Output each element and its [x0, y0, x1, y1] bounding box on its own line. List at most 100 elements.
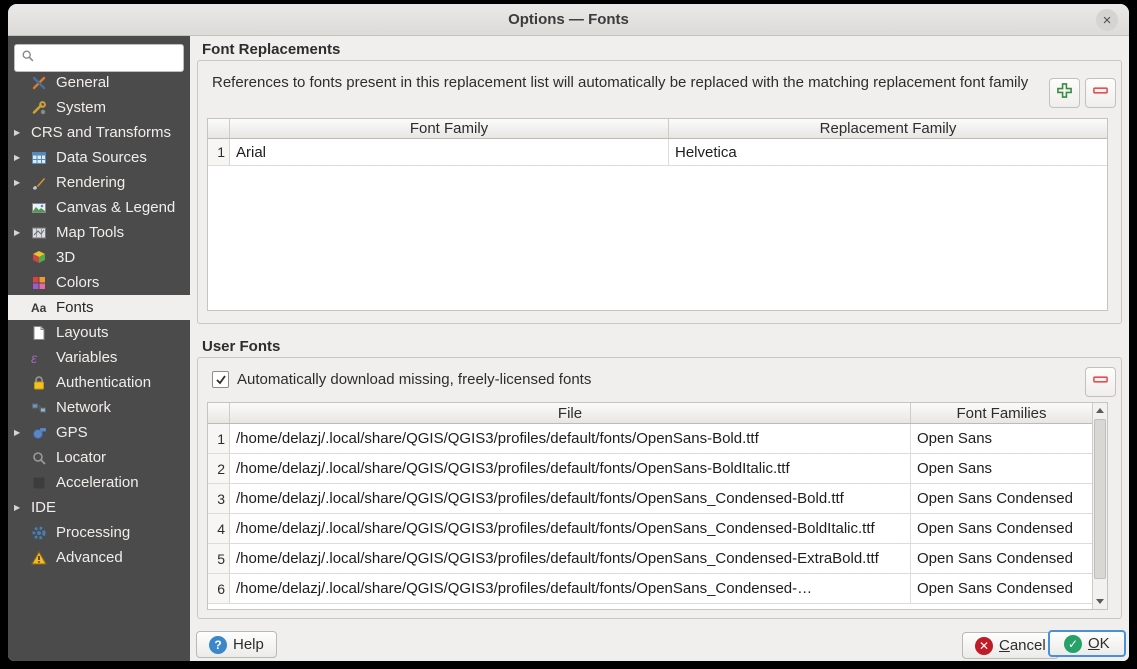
sidebar-item-processing[interactable]: Processing [8, 520, 190, 545]
close-icon[interactable]: × [1096, 9, 1118, 31]
remove-user-font-button[interactable] [1085, 367, 1116, 397]
font-file-cell[interactable]: /home/delazj/.local/share/QGIS/QGIS3/pro… [230, 514, 910, 543]
font-family-cell[interactable]: Arial [230, 139, 669, 165]
ok-button-label: OK [1088, 635, 1110, 652]
sidebar-item-general[interactable]: General [8, 70, 190, 95]
sidebar-item-label: Map Tools [56, 224, 124, 241]
layouts-icon [31, 325, 56, 341]
row-number: 3 [208, 484, 230, 513]
gps-icon [31, 425, 56, 441]
sidebar-item-label: Locator [56, 449, 106, 466]
expand-arrow-icon[interactable]: ▶ [14, 128, 31, 137]
user-fonts-tbody: 1/home/delazj/.local/share/QGIS/QGIS3/pr… [208, 424, 1107, 604]
help-icon: ? [209, 636, 227, 654]
replacement-family-cell[interactable]: Helvetica [669, 139, 1107, 165]
row-number: 6 [208, 574, 230, 603]
sidebar-item-label: Processing [56, 524, 130, 541]
table-row[interactable]: 2/home/delazj/.local/share/QGIS/QGIS3/pr… [208, 454, 1092, 484]
colors-icon [31, 275, 56, 291]
sidebar-item-canvas-legend[interactable]: Canvas & Legend [8, 195, 190, 220]
checkbox-checked-icon[interactable] [212, 371, 229, 388]
font-file-cell[interactable]: /home/delazj/.local/share/QGIS/QGIS3/pro… [230, 454, 910, 483]
ok-button[interactable]: ✓ OK [1048, 630, 1126, 657]
sidebar-item-label: Network [56, 399, 111, 416]
add-icon [1056, 82, 1073, 104]
sidebar-item-ide[interactable]: ▶IDE [8, 495, 190, 520]
table-corner [208, 119, 230, 138]
sidebar-item-system[interactable]: System [8, 95, 190, 120]
font-file-cell[interactable]: /home/delazj/.local/share/QGIS/QGIS3/pro… [230, 544, 910, 573]
sidebar-item-data-sources[interactable]: ▶ Data Sources [8, 145, 190, 170]
authentication-icon [31, 375, 56, 391]
sidebar-item-label: General [56, 74, 109, 91]
expand-arrow-icon[interactable]: ▶ [14, 228, 31, 237]
sidebar-item-label: Data Sources [56, 149, 147, 166]
column-header-font-families[interactable]: Font Families [910, 403, 1092, 423]
sidebar-item-3d[interactable]: 3D [8, 245, 190, 270]
sidebar-item-authentication[interactable]: Authentication [8, 370, 190, 395]
sidebar-item-layouts[interactable]: Layouts [8, 320, 190, 345]
expand-arrow-icon[interactable]: ▶ [14, 428, 31, 437]
expand-arrow-icon[interactable]: ▶ [14, 178, 31, 187]
table-row[interactable]: 6/home/delazj/.local/share/QGIS/QGIS3/pr… [208, 574, 1092, 604]
scroll-up-icon[interactable] [1093, 403, 1107, 418]
font-families-cell[interactable]: Open Sans Condensed [910, 514, 1092, 543]
scroll-down-icon[interactable] [1093, 594, 1107, 609]
search-input[interactable] [14, 44, 184, 72]
acceleration-icon [31, 475, 56, 491]
sidebar-item-gps[interactable]: ▶GPS [8, 420, 190, 445]
locator-icon [31, 450, 56, 466]
column-header-file[interactable]: File [230, 403, 910, 423]
help-button[interactable]: ? Help [196, 631, 277, 658]
vertical-scrollbar[interactable] [1092, 403, 1107, 609]
scrollbar-thumb[interactable] [1094, 419, 1106, 579]
table-row[interactable]: 3/home/delazj/.local/share/QGIS/QGIS3/pr… [208, 484, 1092, 514]
sidebar-item-network[interactable]: Network [8, 395, 190, 420]
auto-download-checkbox-row[interactable]: Automatically download missing, freely-l… [212, 371, 591, 388]
ok-icon: ✓ [1064, 635, 1082, 653]
remove-icon [1092, 371, 1109, 393]
font-replacements-title: Font Replacements [202, 41, 340, 58]
column-header-font-family[interactable]: Font Family [230, 119, 668, 138]
sidebar-item-advanced[interactable]: Advanced [8, 545, 190, 570]
sidebar-item-variables[interactable]: εVariables [8, 345, 190, 370]
column-header-replacement-family[interactable]: Replacement Family [668, 119, 1107, 138]
rendering-icon [31, 175, 56, 191]
font-replacements-table[interactable]: Font Family Replacement Family 1ArialHel… [207, 118, 1108, 311]
font-families-cell[interactable]: Open Sans Condensed [910, 544, 1092, 573]
sidebar-item-rendering[interactable]: ▶ Rendering [8, 170, 190, 195]
font-families-cell[interactable]: Open Sans Condensed [910, 574, 1092, 603]
sidebar-item-locator[interactable]: Locator [8, 445, 190, 470]
cancel-button[interactable]: ✕ Cancel [962, 632, 1059, 659]
font-families-cell[interactable]: Open Sans [910, 454, 1092, 483]
sidebar-item-colors[interactable]: Colors [8, 270, 190, 295]
table-row[interactable]: 4/home/delazj/.local/share/QGIS/QGIS3/pr… [208, 514, 1092, 544]
sidebar-item-map-tools[interactable]: ▶ Map Tools [8, 220, 190, 245]
expand-arrow-icon[interactable]: ▶ [14, 153, 31, 162]
sidebar-item-label: Rendering [56, 174, 125, 191]
font-file-cell[interactable]: /home/delazj/.local/share/QGIS/QGIS3/pro… [230, 484, 910, 513]
sidebar-item-acceleration[interactable]: Acceleration [8, 470, 190, 495]
title-bar[interactable]: Options — Fonts × [8, 4, 1129, 36]
table-corner [208, 403, 230, 423]
font-families-cell[interactable]: Open Sans Condensed [910, 484, 1092, 513]
map-tools-icon [31, 225, 56, 241]
table-row[interactable]: 1/home/delazj/.local/share/QGIS/QGIS3/pr… [208, 424, 1092, 454]
table-header-row: File Font Families [208, 403, 1107, 424]
table-row[interactable]: 5/home/delazj/.local/share/QGIS/QGIS3/pr… [208, 544, 1092, 574]
canvas-legend-icon [31, 200, 56, 216]
fonts-settings-page: Font Replacements References to fonts pr… [190, 36, 1129, 661]
sidebar-item-fonts[interactable]: AaFonts [8, 295, 190, 320]
remove-replacement-button[interactable] [1085, 78, 1116, 108]
sidebar-item-crs-and-transforms[interactable]: ▶CRS and Transforms [8, 120, 190, 145]
table-row[interactable]: 1ArialHelvetica [208, 139, 1107, 166]
row-number: 4 [208, 514, 230, 543]
expand-arrow-icon[interactable]: ▶ [14, 503, 31, 512]
user-fonts-table[interactable]: File Font Families 1/home/delazj/.local/… [207, 402, 1108, 610]
add-replacement-button[interactable] [1049, 78, 1080, 108]
font-file-cell[interactable]: /home/delazj/.local/share/QGIS/QGIS3/pro… [230, 424, 910, 453]
sidebar-item-label: Layouts [56, 324, 109, 341]
font-families-cell[interactable]: Open Sans [910, 424, 1092, 453]
font-file-cell[interactable]: /home/delazj/.local/share/QGIS/QGIS3/pro… [230, 574, 910, 603]
settings-sidebar: GeneralSystem▶CRS and Transforms▶Data So… [8, 36, 190, 661]
